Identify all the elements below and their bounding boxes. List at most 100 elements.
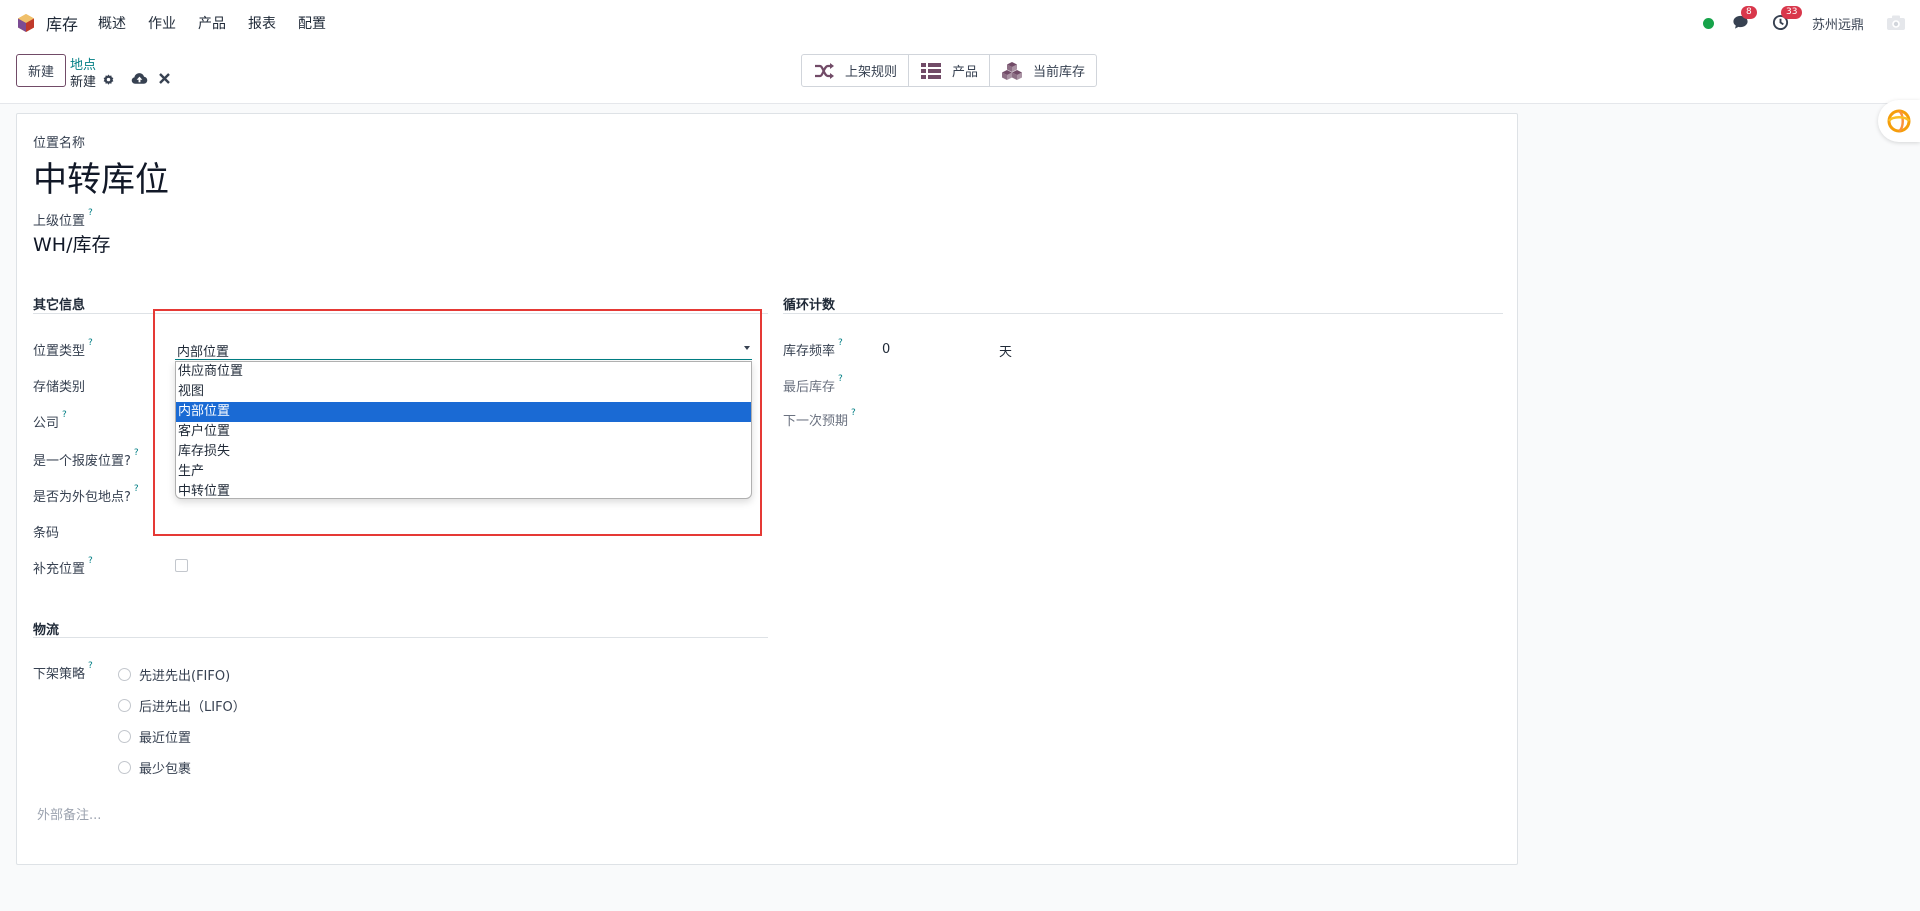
parent-location-label-text: 上级位置 <box>33 214 86 229</box>
inventory-frequency-unit: 天 <box>999 345 1013 360</box>
help-icon[interactable]: ? <box>838 374 843 384</box>
scrap-location-label-text: 是一个报废位置? <box>33 454 131 469</box>
dropdown-option[interactable]: 视图 <box>176 382 751 402</box>
next-expected-label-text: 下一次预期 <box>783 414 849 429</box>
current-stock-label: 当前库存 <box>1033 65 1086 80</box>
group-logistics-title: 物流 <box>33 623 60 638</box>
removal-option-lifo[interactable]: 后进先出（LIFO） <box>118 696 246 715</box>
assistant-widget[interactable] <box>1878 100 1920 142</box>
menu-reporting[interactable]: 报表 <box>248 13 276 33</box>
radio-button[interactable] <box>118 668 131 681</box>
subcontract-location-label-text: 是否为外包地点? <box>33 490 131 505</box>
menu-products[interactable]: 产品 <box>198 13 226 33</box>
location-type-label-text: 位置类型 <box>33 344 86 359</box>
removal-strategy-label: 下架策略? <box>33 661 93 682</box>
location-type-dropdown: 供应商位置 视图 内部位置 客户位置 库存损失 生产 中转位置 <box>175 361 752 499</box>
company-switcher[interactable]: 苏州远鼎 <box>1812 14 1864 33</box>
replenish-location-checkbox[interactable] <box>175 559 188 572</box>
dropdown-option[interactable]: 生产 <box>176 462 751 482</box>
group-divider <box>783 313 1503 314</box>
help-icon[interactable]: ? <box>88 338 93 348</box>
removal-strategy-label-text: 下架策略 <box>33 667 86 682</box>
activities-badge: 33 <box>1780 6 1803 19</box>
save-cloud-icon[interactable] <box>131 71 148 86</box>
breadcrumb-current: 新建 <box>70 75 97 90</box>
menu-overview[interactable]: 概述 <box>98 13 126 33</box>
radio-button[interactable] <box>118 730 131 743</box>
location-type-label: 位置类型? <box>33 338 93 359</box>
dropdown-option-selected[interactable]: 内部位置 <box>176 402 751 422</box>
app-name[interactable]: 库存 <box>46 11 78 35</box>
activities-button[interactable]: 33 <box>1772 6 1803 32</box>
dropdown-option[interactable]: 库存损失 <box>176 442 751 462</box>
group-cycle-count-title: 循环计数 <box>783 298 836 313</box>
caret-down-icon <box>744 346 750 350</box>
removal-option-label: 最近位置 <box>139 731 192 746</box>
dropdown-option[interactable]: 供应商位置 <box>176 362 751 382</box>
control-panel: 新建 地点 新建 上架规则 产品 当前库存 <box>0 46 1920 104</box>
inventory-app-icon[interactable] <box>16 13 36 33</box>
gear-icon[interactable] <box>102 73 115 86</box>
help-icon[interactable]: ? <box>134 484 139 494</box>
removal-option-label: 先进先出(FIFO) <box>139 669 231 684</box>
form-sheet: 位置名称 中转库位 上级位置? WH/库存 其它信息 位置类型? 内部位置 存储… <box>16 113 1518 865</box>
location-name-field[interactable]: 中转库位 <box>33 152 169 201</box>
discard-close-icon[interactable] <box>158 72 171 85</box>
messages-button[interactable]: 8 <box>1732 6 1757 32</box>
group-other-info-title: 其它信息 <box>33 298 86 313</box>
putaway-rules-button[interactable]: 上架规则 <box>802 55 910 86</box>
putaway-rules-label: 上架规则 <box>845 65 898 80</box>
help-icon[interactable]: ? <box>88 661 93 671</box>
last-inventory-label-text: 最后库存 <box>783 380 836 395</box>
parent-location-field[interactable]: WH/库存 <box>33 230 110 257</box>
online-status-icon <box>1702 17 1714 29</box>
assistant-logo-icon <box>1887 109 1911 133</box>
location-type-select[interactable]: 内部位置 <box>175 338 752 360</box>
top-navbar: 库存 概述 作业 产品 报表 配置 8 33 苏州远鼎 <box>0 0 1920 46</box>
shuffle-icon <box>815 62 834 79</box>
list-icon <box>921 62 942 79</box>
removal-option-fifo[interactable]: 先进先出(FIFO) <box>118 665 230 684</box>
help-icon[interactable]: ? <box>838 338 843 348</box>
subcontract-location-label: 是否为外包地点?? <box>33 484 139 505</box>
help-icon[interactable]: ? <box>851 408 856 418</box>
parent-location-label: 上级位置? <box>33 208 93 229</box>
smart-buttons: 上架规则 产品 当前库存 <box>801 54 1098 87</box>
cubes-icon <box>1002 61 1023 80</box>
removal-option-label: 最少包裹 <box>139 762 192 777</box>
products-button[interactable]: 产品 <box>909 55 991 86</box>
radio-button[interactable] <box>118 699 131 712</box>
removal-option-label: 后进先出（LIFO） <box>139 700 246 715</box>
products-label: 产品 <box>952 65 979 80</box>
inventory-frequency-label: 库存频率? <box>783 338 843 359</box>
dropdown-option[interactable]: 客户位置 <box>176 422 751 442</box>
radio-button[interactable] <box>118 761 131 774</box>
help-icon[interactable]: ? <box>88 556 93 566</box>
location-type-value: 内部位置 <box>177 345 230 360</box>
replenish-location-label: 补充位置? <box>33 556 93 577</box>
barcode-label: 条码 <box>33 526 60 541</box>
new-button[interactable]: 新建 <box>16 54 66 87</box>
next-expected-label: 下一次预期? <box>783 408 856 429</box>
scrap-location-label: 是一个报废位置?? <box>33 448 139 469</box>
removal-option-least-packages[interactable]: 最少包裹 <box>118 758 191 777</box>
help-icon[interactable]: ? <box>62 410 67 420</box>
company-label-text: 公司 <box>33 416 60 431</box>
help-icon[interactable]: ? <box>88 208 93 218</box>
camera-icon[interactable] <box>1886 14 1906 32</box>
inventory-frequency-label-text: 库存频率 <box>783 344 836 359</box>
dropdown-option[interactable]: 中转位置 <box>176 482 751 502</box>
storage-category-label: 存储类别 <box>33 380 86 395</box>
external-notes-field[interactable]: 外部备注... <box>37 804 101 823</box>
removal-option-closest[interactable]: 最近位置 <box>118 727 191 746</box>
group-divider <box>33 313 768 314</box>
menu-configuration[interactable]: 配置 <box>298 13 326 33</box>
current-stock-button[interactable]: 当前库存 <box>990 55 1096 86</box>
last-inventory-label: 最后库存? <box>783 374 843 395</box>
help-icon[interactable]: ? <box>134 448 139 458</box>
inventory-frequency-input[interactable]: 0 <box>882 342 890 357</box>
replenish-location-label-text: 补充位置 <box>33 562 86 577</box>
group-divider <box>33 637 768 638</box>
messages-badge: 8 <box>1740 6 1757 19</box>
menu-operations[interactable]: 作业 <box>148 13 176 33</box>
